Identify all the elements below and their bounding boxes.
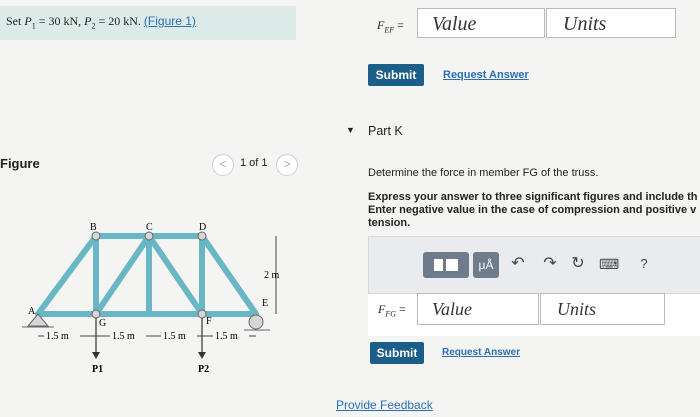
- label-c: C: [146, 222, 153, 233]
- dim-1: 1.5 m: [46, 331, 69, 342]
- label-a: A: [28, 306, 36, 317]
- p1-value: = 30 kN,: [35, 14, 85, 28]
- dim-2: 1.5 m: [112, 331, 135, 342]
- joint-g: [91, 309, 101, 319]
- member-de: [199, 233, 259, 317]
- fef-equals: =: [397, 18, 404, 32]
- ffg-units-input[interactable]: Units: [540, 293, 665, 325]
- ffg-equals: =: [399, 302, 406, 316]
- dim-3: 1.5 m: [163, 331, 186, 342]
- truss-members: [35, 233, 259, 317]
- figure-pager: < 1 of 1 >: [212, 154, 298, 176]
- units-button[interactable]: μÅ: [473, 252, 499, 278]
- templates-button[interactable]: [423, 252, 469, 278]
- roller-support-e: [248, 314, 264, 330]
- templates-icon-2: [446, 259, 458, 271]
- ffg-value-input[interactable]: Value: [417, 293, 539, 325]
- fef-units-input[interactable]: Units: [546, 8, 676, 38]
- part-k-instructions: Express your answer to three significant…: [368, 191, 698, 229]
- load-p1-head: [92, 352, 100, 359]
- given-statement: Set P1 = 30 kN, P2 = 20 kN. (Figure 1): [6, 14, 196, 30]
- figure-title: Figure: [0, 156, 40, 171]
- fef-subscript: EF: [384, 25, 395, 35]
- templates-icon: [434, 259, 443, 271]
- ffg-submit-button[interactable]: Submit: [370, 342, 424, 364]
- redo-icon[interactable]: ↷: [541, 255, 559, 273]
- prev-figure-button[interactable]: <: [212, 154, 234, 176]
- load-p2-head: [198, 352, 206, 359]
- fef-request-answer-link[interactable]: Request Answer: [443, 69, 529, 81]
- member-ab: [35, 233, 99, 317]
- joint-d: [197, 231, 207, 241]
- next-figure-button[interactable]: >: [276, 154, 298, 176]
- fef-value-input[interactable]: Value: [417, 8, 545, 38]
- joint-f: [197, 309, 207, 319]
- member-cf: [146, 233, 205, 317]
- truss-figure: A B C D E F G 2 m 1.5 m 1.5 m 1.5 m 1.5 …: [22, 222, 280, 375]
- label-f: F: [206, 316, 212, 327]
- ffg-subscript: FG: [385, 309, 397, 319]
- p2-value: = 20 kN.: [95, 14, 144, 28]
- label-e: E: [262, 298, 268, 309]
- undo-icon[interactable]: ↶: [509, 255, 527, 273]
- fef-submit-button[interactable]: Submit: [368, 64, 424, 86]
- joint-b: [91, 231, 101, 241]
- member-gc: [93, 233, 152, 317]
- label-g: G: [99, 318, 106, 329]
- part-k-title[interactable]: Part K: [368, 124, 403, 138]
- part-k-question: Determine the force in member FG of the …: [368, 167, 599, 179]
- dim-4: 1.5 m: [215, 331, 238, 342]
- joint-c: [144, 231, 154, 241]
- label-d: D: [199, 222, 206, 233]
- fef-label: FEF =: [377, 18, 404, 34]
- provide-feedback-link[interactable]: Provide Feedback: [336, 398, 433, 412]
- load-p2-label: P2: [198, 364, 209, 375]
- ffg-request-answer-link[interactable]: Request Answer: [442, 347, 520, 358]
- ffg-label: FFG =: [378, 302, 406, 318]
- help-icon[interactable]: ?: [635, 255, 653, 273]
- p1-symbol: P: [24, 14, 32, 28]
- given-prefix: Set: [6, 14, 25, 28]
- figure-link[interactable]: (Figure 1): [144, 14, 196, 28]
- answer-toolbar: μÅ ↶ ↷ ↻ ⌨ ?: [368, 236, 700, 294]
- reset-icon[interactable]: ↻: [569, 255, 587, 273]
- height-dim-label: 2 m: [264, 270, 280, 281]
- label-b: B: [90, 222, 97, 233]
- part-k-collapse-icon[interactable]: ▼: [346, 125, 355, 135]
- figure-page-indicator: 1 of 1: [240, 157, 268, 169]
- load-p1-label: P1: [92, 364, 103, 375]
- keyboard-icon[interactable]: ⌨: [599, 255, 619, 273]
